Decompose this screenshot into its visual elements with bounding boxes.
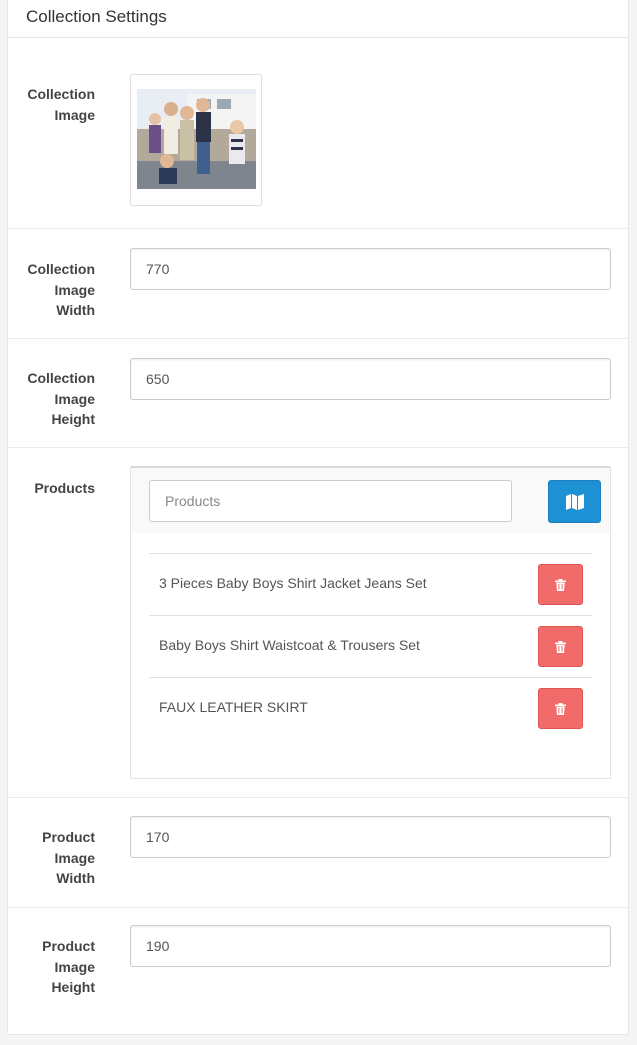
- product-image-height-input[interactable]: [130, 925, 611, 967]
- products-box: 3 Pieces Baby Boys Shirt Jacket Jeans Se…: [130, 466, 611, 779]
- product-image-width-label: Product Image Width: [42, 829, 95, 886]
- product-image-width-row: Product Image Width: [8, 798, 628, 908]
- panel-title: Collection Settings: [8, 0, 628, 38]
- trash-icon: [555, 578, 566, 591]
- product-image-height-label: Product Image Height: [42, 938, 95, 995]
- collection-image-label: Collection Image: [27, 86, 95, 123]
- product-list-item: Baby Boys Shirt Waistcoat & Trousers Set: [149, 615, 592, 677]
- products-row: Products 3 Pieces Baby Boys Shirt Jacket…: [8, 448, 628, 798]
- product-name: 3 Pieces Baby Boys Shirt Jacket Jeans Se…: [159, 575, 427, 591]
- product-list-item: FAUX LEATHER SKIRT: [149, 677, 592, 739]
- collection-image-thumbnail[interactable]: [130, 74, 262, 206]
- products-search-bar: [131, 468, 610, 533]
- products-search-input[interactable]: [149, 480, 512, 522]
- delete-product-button[interactable]: [538, 626, 583, 667]
- product-name: Baby Boys Shirt Waistcoat & Trousers Set: [159, 637, 420, 653]
- collection-image-row: Collection Image: [8, 38, 628, 229]
- map-icon: [565, 493, 584, 510]
- collection-image-photo: [137, 89, 256, 189]
- collection-image-height-row: Collection Image Height: [8, 339, 628, 448]
- collection-settings-panel: Collection Settings Collection Image Col…: [7, 0, 629, 1035]
- product-name: FAUX LEATHER SKIRT: [159, 699, 308, 715]
- product-list-item: 3 Pieces Baby Boys Shirt Jacket Jeans Se…: [149, 553, 592, 615]
- product-list: 3 Pieces Baby Boys Shirt Jacket Jeans Se…: [149, 553, 592, 739]
- products-label: Products: [34, 480, 95, 496]
- product-image-width-input[interactable]: [130, 816, 611, 858]
- collection-image-width-label: Collection Image Width: [27, 261, 95, 318]
- delete-product-button[interactable]: [538, 688, 583, 729]
- products-map-button[interactable]: [548, 480, 601, 523]
- trash-icon: [555, 640, 566, 653]
- delete-product-button[interactable]: [538, 564, 583, 605]
- collection-image-width-row: Collection Image Width: [8, 229, 628, 339]
- trash-icon: [555, 702, 566, 715]
- collection-image-height-input[interactable]: [130, 358, 611, 400]
- product-image-height-row: Product Image Height: [8, 908, 628, 1033]
- collection-image-height-label: Collection Image Height: [27, 370, 95, 427]
- collection-image-width-input[interactable]: [130, 248, 611, 290]
